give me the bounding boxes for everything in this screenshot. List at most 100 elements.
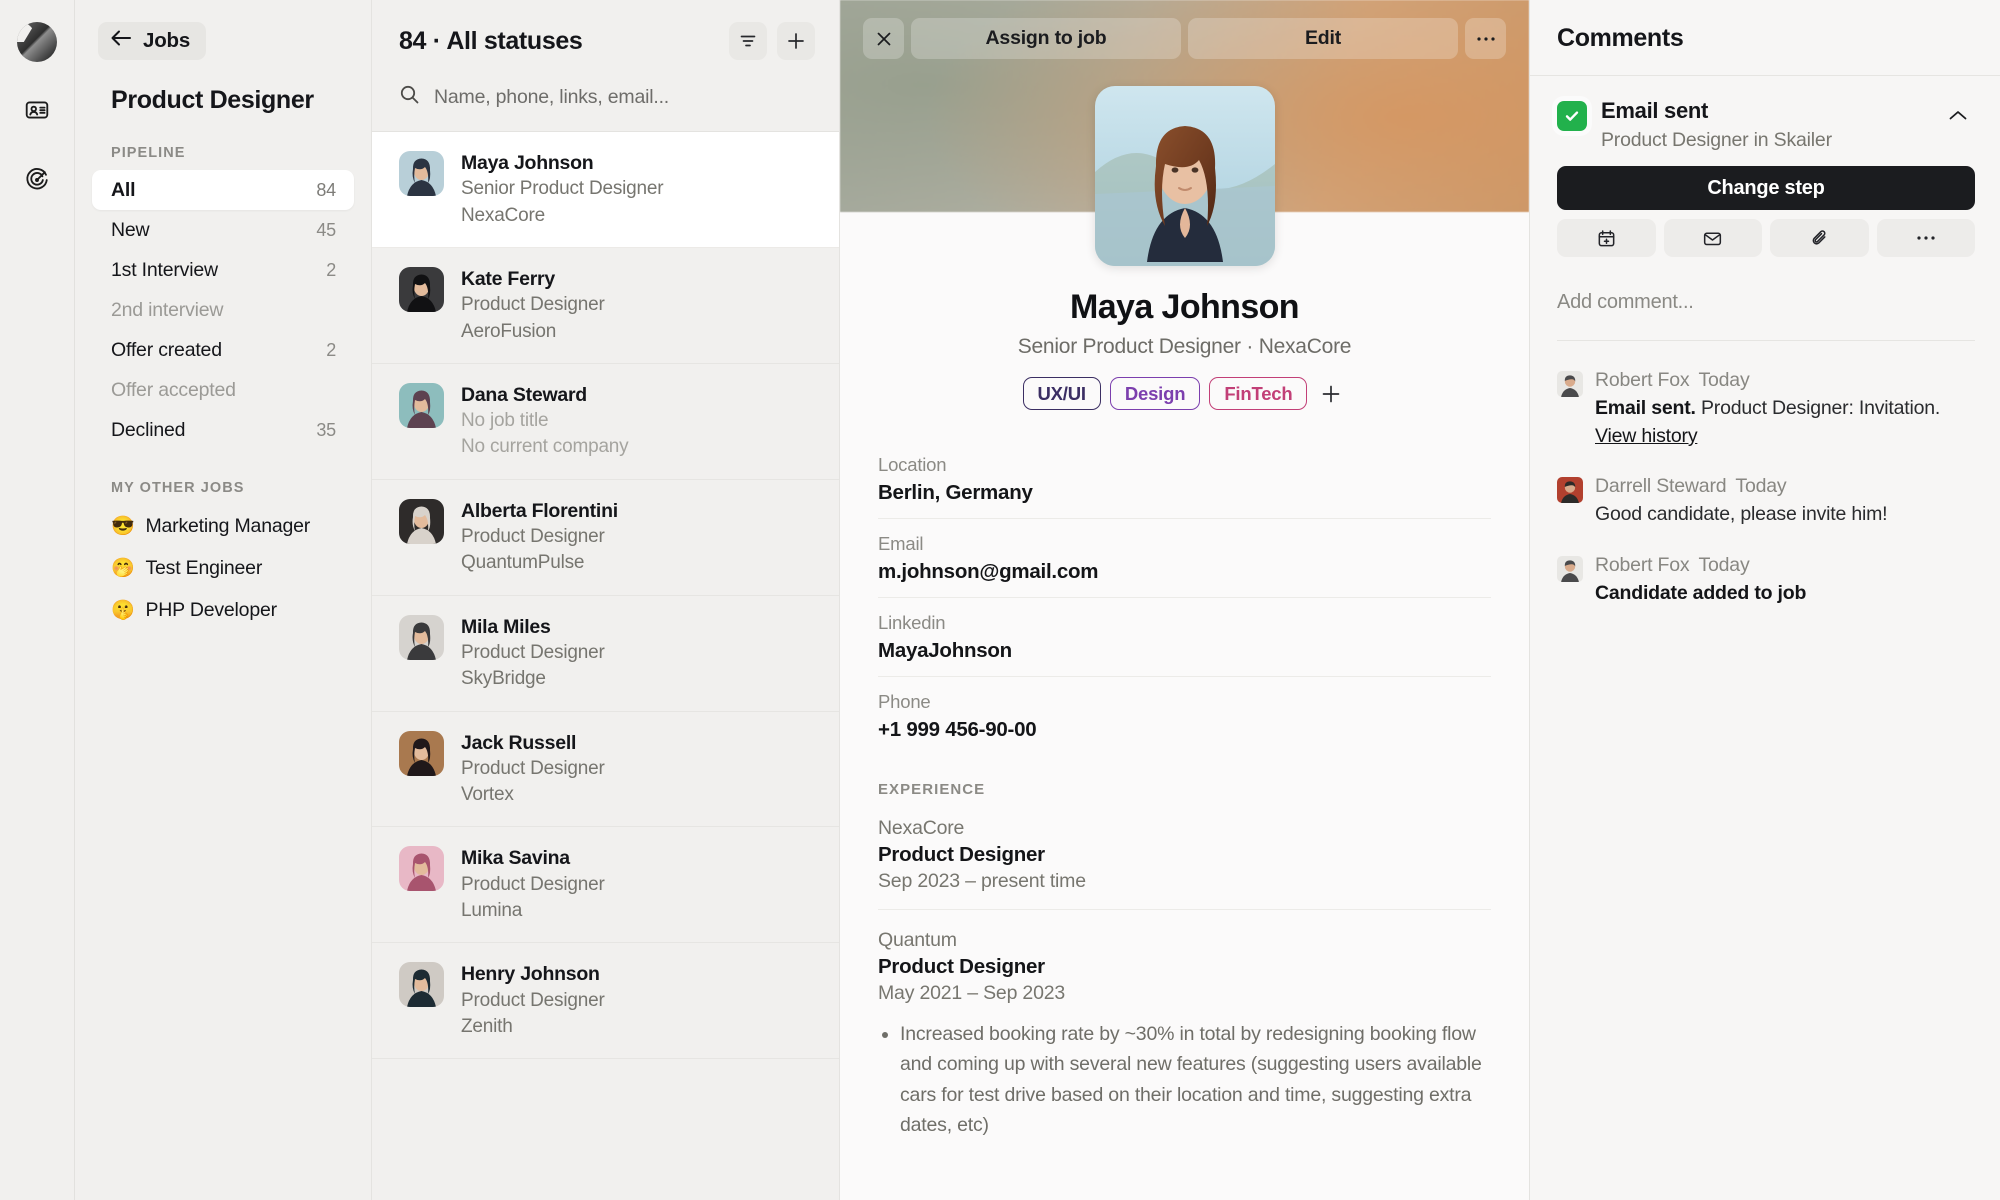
candidate-role: Product Designer xyxy=(461,642,605,663)
pipeline-label: Declined xyxy=(111,418,186,441)
sidebar-item-1st-interview[interactable]: 1st Interview 2 xyxy=(92,250,354,290)
list-item[interactable]: Mika Savina Product Designer Lumina xyxy=(372,827,839,944)
experience-company: Quantum xyxy=(878,929,957,951)
avatar xyxy=(1094,86,1275,266)
field-phone[interactable]: Phone +1 999 456-90-00 xyxy=(878,677,1491,755)
field-email[interactable]: Email m.johnson@gmail.com xyxy=(878,519,1491,598)
ellipsis-icon[interactable] xyxy=(1465,18,1506,59)
target-icon[interactable] xyxy=(15,158,59,202)
comments-header: Comments xyxy=(1530,0,2000,76)
experience-bullet: Increased booking rate by ~30% in total … xyxy=(900,1019,1491,1141)
comment-item: Darrell Steward Today Good candidate, plea… xyxy=(1557,475,1975,529)
field-label: Location xyxy=(878,454,947,475)
sidebar-item-all[interactable]: All 84 xyxy=(92,170,354,210)
list-item[interactable]: Alberta Florentini Product Designer Quantu… xyxy=(372,480,839,596)
back-to-jobs-button[interactable]: Jobs xyxy=(98,22,207,60)
sidebar-item-new[interactable]: New 45 xyxy=(92,210,354,250)
tag-ux-ui[interactable]: UX/UI xyxy=(1022,377,1101,410)
envelope-icon[interactable] xyxy=(1663,219,1762,257)
sidebar-job-marketing-manager[interactable]: 😎 Marketing Manager xyxy=(92,505,354,547)
avatar xyxy=(399,962,444,1008)
avatar xyxy=(399,498,444,544)
experience-dates: May 2021 – Sep 2023 xyxy=(878,982,1066,1004)
comment-time: Today xyxy=(1698,554,1750,577)
avatar xyxy=(1557,477,1583,504)
comment-body: Product Designer: Invitation. xyxy=(1695,397,1941,419)
sidebar-job-php-developer[interactable]: 🤫 PHP Developer xyxy=(92,589,354,631)
sidebar-item-2nd-interview[interactable]: 2nd interview xyxy=(92,290,354,330)
list-item[interactable]: Jack Russell Product Designer Vortex xyxy=(372,712,839,828)
edit-button[interactable]: Edit xyxy=(1188,18,1458,59)
change-step-button[interactable]: Change step xyxy=(1557,166,1975,210)
list-actions xyxy=(729,22,815,60)
list-item[interactable]: Kate Ferry Product Designer AeroFusion xyxy=(372,248,839,364)
candidate-name: Mika Savina xyxy=(461,847,570,870)
candidate-company: AeroFusion xyxy=(461,320,557,342)
pipeline-caption: PIPELINE xyxy=(111,145,186,161)
experience-bullets: Increased booking rate by ~30% in total … xyxy=(878,1019,1491,1141)
page-title: Product Designer xyxy=(111,86,314,114)
list-item[interactable]: Henry Johnson Product Designer Zenith xyxy=(372,943,839,1060)
calendar-plus-icon[interactable] xyxy=(1557,219,1656,257)
candidate-list: Maya Johnson Senior Product Designer NexaC… xyxy=(372,132,839,1200)
tag-design[interactable]: Design xyxy=(1109,377,1201,410)
paperclip-icon[interactable] xyxy=(1770,219,1869,257)
sidebar-job-label: PHP Developer xyxy=(145,598,277,621)
list-item[interactable]: Mila Miles Product Designer SkyBridge xyxy=(372,596,839,712)
list-item[interactable]: Dana Steward No job title No current compa… xyxy=(372,364,839,480)
comment-time: Today xyxy=(1735,475,1787,498)
field-linkedin[interactable]: Linkedin MayaJohnson xyxy=(878,598,1491,677)
contact-card-icon[interactable] xyxy=(15,88,59,132)
comment-text: Email sent. Product Designer: Invitation… xyxy=(1595,395,1975,450)
candidate-company: Lumina xyxy=(461,900,523,922)
sidebar-item-declined[interactable]: Declined 35 xyxy=(92,410,354,450)
candidate-role: Product Designer xyxy=(461,757,605,779)
experience-list: NexaCore Product Designer Sep 2023 – prese… xyxy=(840,798,1529,1157)
tag-list: UX/UI Design FinTech xyxy=(1022,377,1347,410)
candidate-list-panel: 84 · All statuses Name, phone, links, em… xyxy=(372,0,840,1200)
detail-toolbar: Assign to job Edit xyxy=(840,18,1529,59)
tag-fintech[interactable]: FinTech xyxy=(1209,377,1308,410)
candidate-role: Product Designer xyxy=(461,526,605,548)
list-item[interactable]: Maya Johnson Senior Product Designer NexaC… xyxy=(372,132,839,248)
candidate-role: Product Designer xyxy=(461,873,605,895)
chevron-up-icon[interactable] xyxy=(1941,98,1975,132)
jobs-sidebar: Jobs Product Designer PIPELINE All 84 New 4… xyxy=(75,0,372,1200)
avatar xyxy=(1557,371,1583,397)
close-icon[interactable] xyxy=(863,18,904,59)
search-row[interactable]: Name, phone, links, email... xyxy=(372,60,839,132)
back-to-jobs-label: Jobs xyxy=(143,29,191,52)
candidate-name: Kate Ferry xyxy=(461,267,555,290)
pipeline-count: 2 xyxy=(326,259,336,280)
field-location[interactable]: Location Berlin, Germany xyxy=(878,440,1491,519)
skailer-logo[interactable] xyxy=(17,22,57,62)
comment-list: Robert Fox Today Email sent. Product Desig… xyxy=(1530,341,2000,608)
experience-caption: EXPERIENCE xyxy=(878,781,986,798)
candidate-company: NexaCore xyxy=(461,204,545,226)
sidebar-item-offer-created[interactable]: Offer created 2 xyxy=(92,330,354,370)
experience-role: Product Designer xyxy=(878,955,1045,978)
status-title: Email sent xyxy=(1601,98,1709,123)
sidebar-job-test-engineer[interactable]: 🤭 Test Engineer xyxy=(92,547,354,589)
comments-panel: Comments Email sent Product Designer in … xyxy=(1530,0,2000,1200)
add-comment-input[interactable]: Add comment... xyxy=(1557,291,1975,341)
info-fields: Location Berlin, Germany Email m.johnson@gm… xyxy=(840,440,1529,755)
plus-icon[interactable] xyxy=(777,22,815,60)
comment-bold-prefix: Email sent. xyxy=(1595,397,1696,419)
assign-to-job-button[interactable]: Assign to job xyxy=(911,18,1181,59)
comment-meta: Robert Fox Today xyxy=(1595,369,1975,392)
comment-body: Candidate added to job xyxy=(1595,582,1807,605)
candidate-name: Jack Russell xyxy=(461,731,577,754)
avatar xyxy=(399,151,444,196)
pipeline-label: New xyxy=(111,218,150,241)
filter-icon[interactable] xyxy=(729,22,767,60)
ellipsis-icon[interactable] xyxy=(1876,219,1975,257)
view-history-link[interactable]: View history xyxy=(1595,425,1698,447)
search-input[interactable]: Name, phone, links, email... xyxy=(434,86,669,109)
sidebar-item-offer-accepted[interactable]: Offer accepted xyxy=(92,370,354,410)
avatar xyxy=(399,614,444,660)
comment-author: Robert Fox xyxy=(1595,554,1690,577)
add-tag-plus-icon[interactable] xyxy=(1316,379,1346,409)
pipeline-label: Offer created xyxy=(111,338,222,361)
candidate-name: Maya Johnson xyxy=(461,152,594,174)
